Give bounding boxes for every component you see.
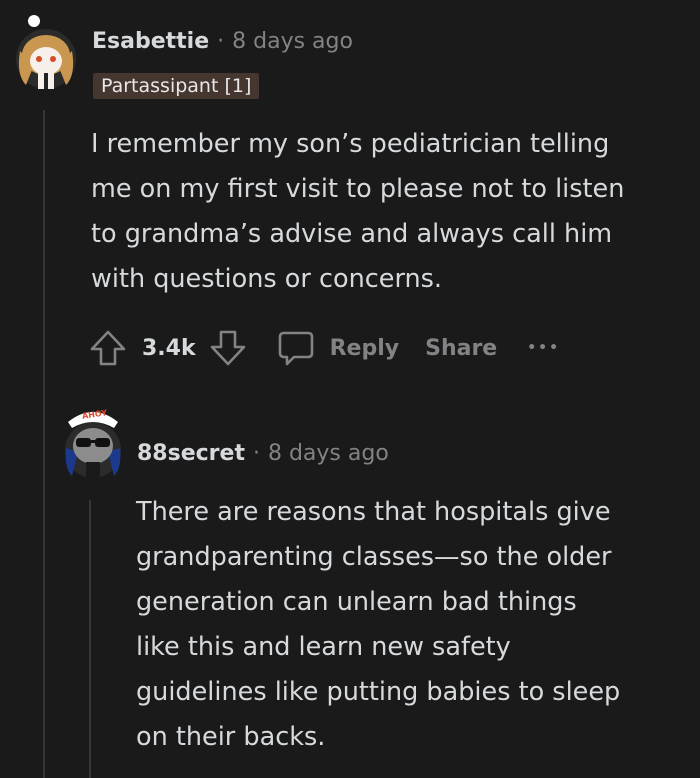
upvote-count: 3.4k (142, 335, 196, 361)
comment-thread-line[interactable] (43, 110, 45, 778)
comment-action-bar: 3.4k Reply Share ••• (88, 326, 560, 370)
reply-meta: 88secret · 8 days ago (137, 441, 389, 466)
reply-username[interactable]: 88secret (137, 441, 245, 466)
comment-body: I remember my son’s pediatrician telling… (91, 122, 624, 302)
reply-thread-line[interactable] (89, 500, 91, 778)
reply-body-line: There are reasons that hospitals give (136, 497, 611, 527)
avatar[interactable] (10, 15, 80, 95)
comment-body-line: me on my first visit to please not to li… (91, 174, 625, 204)
comment-body-line: I remember my son’s pediatrician telling (91, 129, 610, 159)
reply-label: Reply (329, 335, 400, 361)
reply-body-line: like this and learn new safety (136, 632, 511, 662)
upvote-arrow-icon[interactable] (88, 328, 128, 368)
meta-separator: · (252, 441, 260, 466)
reply-body-line: on their backs. (136, 722, 326, 752)
comment-username[interactable]: Esabettie (92, 29, 209, 54)
comment-body-line: with questions or concerns. (91, 264, 443, 294)
share-label: Share (425, 335, 498, 361)
reply-body-line: generation can unlearn bad things (136, 587, 577, 617)
reply-button[interactable]: Reply (276, 328, 400, 368)
reply-body: There are reasons that hospitals give gr… (136, 490, 620, 760)
reply-timestamp[interactable]: 8 days ago (268, 441, 389, 466)
downvote-arrow-icon[interactable] (208, 328, 248, 368)
reply-body-line: grandparenting classes—so the older (136, 542, 612, 572)
comment-meta: Esabettie · 8 days ago (92, 29, 353, 54)
reply-body-line: guidelines like putting babies to sleep (136, 677, 621, 707)
reply-avatar[interactable]: AHOY (62, 402, 124, 482)
comment-timestamp[interactable]: 8 days ago (232, 29, 353, 54)
more-options-icon[interactable]: ••• (527, 340, 560, 356)
comment-bubble-icon (276, 328, 316, 368)
user-flair: Partassipant [1] (93, 73, 260, 99)
share-button[interactable]: Share (425, 336, 497, 361)
meta-separator: · (217, 29, 225, 54)
comment-body-line: to grandma’s advise and always call him (91, 219, 613, 249)
avatar-image (16, 15, 76, 89)
